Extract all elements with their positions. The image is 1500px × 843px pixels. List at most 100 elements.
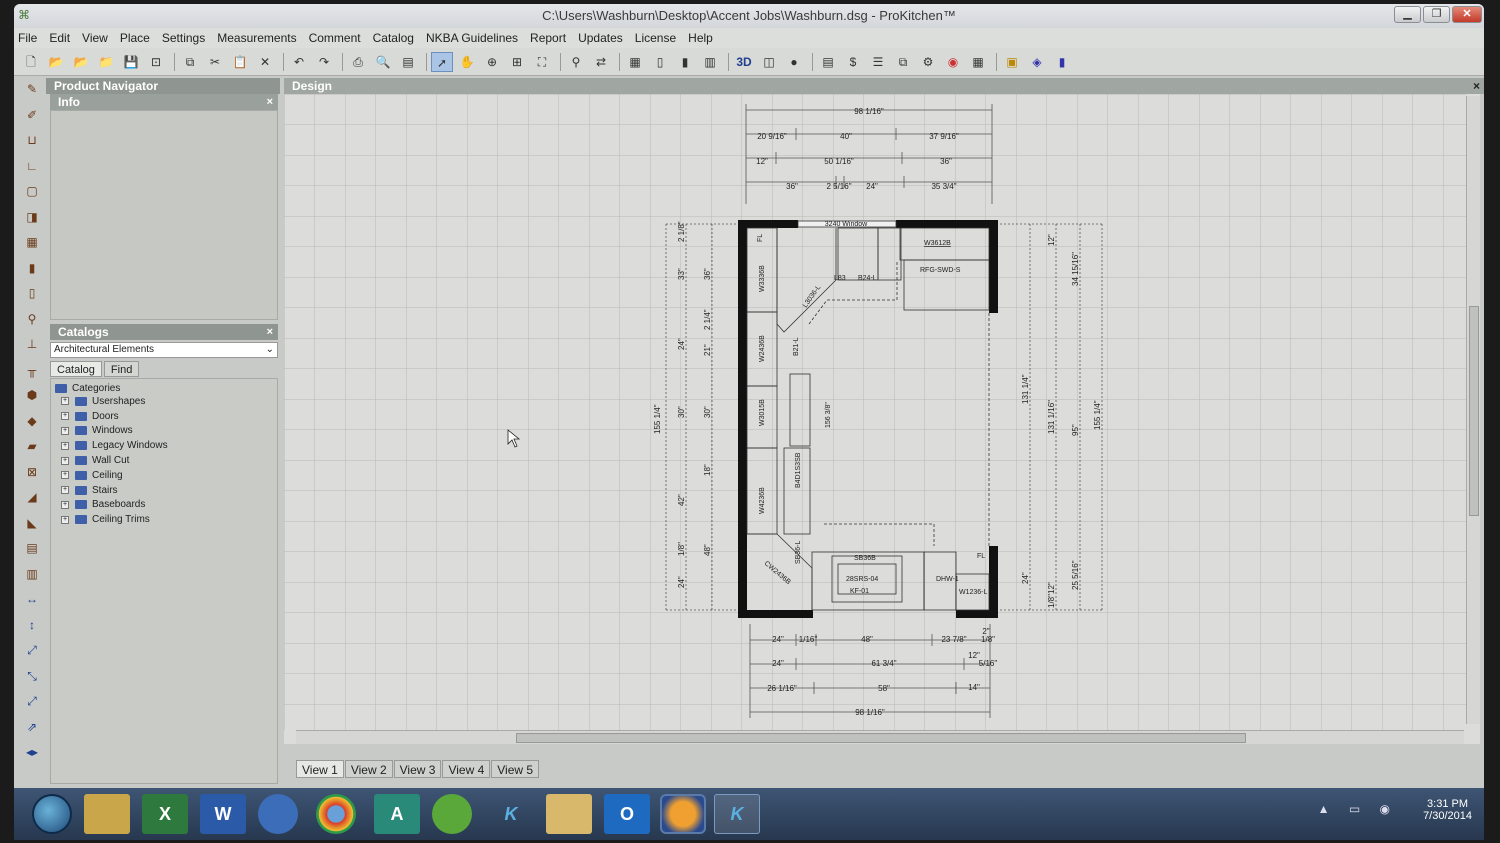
delete-icon[interactable]: ✕: [254, 52, 276, 72]
publisher-icon[interactable]: A: [374, 794, 420, 834]
zoom-window-icon[interactable]: ⊞: [506, 52, 528, 72]
window-icon[interactable]: ▦: [23, 233, 41, 251]
report-icon[interactable]: ▤: [817, 52, 839, 72]
render-icon[interactable]: ●: [783, 52, 805, 72]
info-close-button[interactable]: ×: [267, 94, 273, 110]
menu-report[interactable]: Report: [530, 31, 566, 45]
excel-icon[interactable]: X: [142, 794, 188, 834]
system-tray-icons[interactable]: ▲ ▭ ◉: [1318, 802, 1398, 816]
wall-elevation-icon[interactable]: ▮: [674, 52, 696, 72]
copy-layout-icon[interactable]: ⧉: [892, 52, 914, 72]
find-icon[interactable]: ⚲: [565, 52, 587, 72]
room-icon[interactable]: ▢: [23, 182, 41, 200]
pencil-icon[interactable]: ✎: [23, 80, 41, 98]
cabinet-tall-icon[interactable]: ▮: [23, 259, 41, 277]
dimension-angled-icon[interactable]: ⤡: [23, 667, 41, 685]
menu-view[interactable]: View: [82, 31, 108, 45]
expand-icon[interactable]: +: [61, 441, 69, 450]
save-icon[interactable]: 💾: [120, 52, 142, 72]
zoom-icon[interactable]: ⊕: [481, 52, 503, 72]
word-icon[interactable]: W: [200, 794, 246, 834]
expand-icon[interactable]: +: [61, 426, 69, 435]
help-icon[interactable]: ▮: [1051, 52, 1073, 72]
tab-find[interactable]: Find: [103, 361, 140, 377]
tree-item-ceiling-trims[interactable]: + Ceiling Trims: [55, 512, 273, 527]
pencil-alt-icon[interactable]: ✐: [23, 106, 41, 124]
pattern-icon[interactable]: ⊠: [23, 463, 41, 481]
catalogs-close-button[interactable]: ×: [267, 324, 273, 340]
expand-icon[interactable]: +: [61, 471, 69, 480]
vertical-scrollbar[interactable]: [1466, 96, 1480, 724]
dimension-horizontal-icon[interactable]: ↔: [23, 590, 41, 608]
grid-icon[interactable]: ▦: [624, 52, 646, 72]
save-as-icon[interactable]: ⊡: [145, 52, 167, 72]
paint-icon[interactable]: [546, 794, 592, 834]
faucet-icon[interactable]: ⚲: [23, 310, 41, 328]
menu-comment[interactable]: Comment: [309, 31, 361, 45]
columns-icon[interactable]: ▥: [23, 565, 41, 583]
expand-icon[interactable]: +: [61, 500, 69, 509]
paste-icon[interactable]: 📋: [229, 52, 251, 72]
design-close-button[interactable]: ×: [1473, 78, 1480, 94]
menu-license[interactable]: License: [635, 31, 676, 45]
undo-icon[interactable]: ↶: [288, 52, 310, 72]
expand-icon[interactable]: +: [61, 397, 69, 406]
door-icon[interactable]: ◨: [23, 208, 41, 226]
clock[interactable]: 3:31 PM 7/30/2014: [1423, 798, 1472, 822]
tree-item-baseboards[interactable]: + Baseboards: [55, 498, 273, 513]
molding-icon[interactable]: ◢: [23, 488, 41, 506]
elevation-icon[interactable]: ▯: [649, 52, 671, 72]
chrome-icon[interactable]: [316, 794, 356, 834]
open-folder-icon[interactable]: 📂: [70, 52, 92, 72]
close-button[interactable]: ✕: [1452, 6, 1482, 23]
print-preview-icon[interactable]: 🔍: [372, 52, 394, 72]
dimension-diagonal-icon[interactable]: ⤢: [23, 641, 41, 659]
redo-icon[interactable]: ↷: [313, 52, 335, 72]
vertical-scroll-thumb[interactable]: [1469, 306, 1479, 516]
menu-nkba-guidelines[interactable]: NKBA Guidelines: [426, 31, 518, 45]
select-arrow-icon[interactable]: ➚: [431, 51, 453, 72]
horizontal-scroll-thumb[interactable]: [516, 733, 1246, 743]
design-canvas[interactable]: 98 1/16" 20 9/16" 40" 37 9/16" 12" 50 1/…: [284, 94, 1480, 744]
tab-view-1[interactable]: View 1: [296, 760, 344, 778]
tab-view-5[interactable]: View 5: [491, 760, 540, 778]
menu-edit[interactable]: Edit: [49, 31, 70, 45]
prokitchen-icon[interactable]: K: [488, 794, 534, 834]
cabinet-icon[interactable]: ▥: [699, 52, 721, 72]
open-recent-icon[interactable]: 📁: [95, 52, 117, 72]
perspective-icon[interactable]: ◫: [758, 52, 780, 72]
appliance-icon[interactable]: ⬢: [23, 386, 41, 404]
open-icon[interactable]: 📂: [45, 52, 67, 72]
menu-place[interactable]: Place: [120, 31, 150, 45]
dimension-free-icon[interactable]: ⤢: [23, 692, 41, 710]
evernote-icon[interactable]: [432, 794, 472, 834]
expand-icon[interactable]: +: [61, 486, 69, 495]
tree-item-legacy-windows[interactable]: + Legacy Windows: [55, 438, 273, 453]
cut-icon[interactable]: ✂: [204, 52, 226, 72]
list-icon[interactable]: ☰: [867, 52, 889, 72]
menu-updates[interactable]: Updates: [578, 31, 623, 45]
file-explorer-icon[interactable]: [84, 794, 130, 834]
table-icon[interactable]: ╥: [23, 361, 41, 379]
catalog-dropdown[interactable]: Architectural Elements ⌄: [50, 342, 278, 358]
note-icon[interactable]: ▣: [1001, 52, 1023, 72]
pan-hand-icon[interactable]: ✋: [456, 52, 478, 72]
wall-u-icon[interactable]: ⊔: [23, 131, 41, 149]
tree-item-doors[interactable]: + Doors: [55, 409, 273, 424]
menu-settings[interactable]: Settings: [162, 31, 205, 45]
box-icon[interactable]: ◆: [23, 412, 41, 430]
tree-item-ceiling[interactable]: + Ceiling: [55, 468, 273, 483]
expand-icon[interactable]: +: [61, 456, 69, 465]
prokitchen-active-icon[interactable]: K: [714, 794, 760, 834]
settings-icon[interactable]: ⚙: [917, 52, 939, 72]
cabinet-door-icon[interactable]: ▯: [23, 284, 41, 302]
menu-measurements[interactable]: Measurements: [217, 31, 296, 45]
tab-view-2[interactable]: View 2: [344, 760, 393, 778]
pen-icon[interactable]: [258, 794, 298, 834]
tree-item-windows[interactable]: + Windows: [55, 424, 273, 439]
menu-file[interactable]: File: [18, 31, 37, 45]
trim-icon[interactable]: ◣: [23, 514, 41, 532]
dimension-vertical-icon[interactable]: ↕: [23, 616, 41, 634]
book-icon[interactable]: ◈: [1026, 52, 1048, 72]
outlook-icon[interactable]: O: [604, 794, 650, 834]
